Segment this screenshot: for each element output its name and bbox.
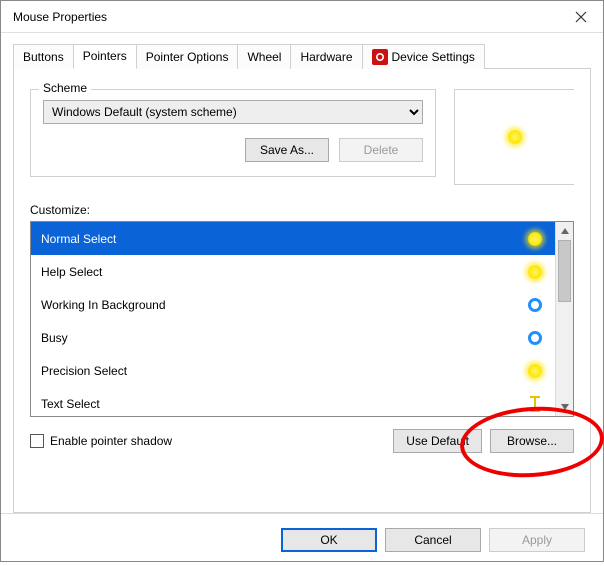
blue-ring-icon [528,331,542,345]
list-item[interactable]: Help Select [31,255,555,288]
scroll-thumb[interactable] [558,240,571,302]
dialog-button-row: OK Cancel Apply [1,513,603,566]
tab-strip: Buttons Pointers Pointer Options Wheel H… [13,43,591,68]
preview-cursor-icon [507,129,523,145]
yellow-dot-icon [527,231,543,247]
scroll-track[interactable] [556,302,573,398]
window-title: Mouse Properties [13,10,107,24]
close-icon [575,11,587,23]
cursor-icon [525,229,545,249]
list-item[interactable]: Precision Select [31,354,555,387]
cursor-icon [525,394,545,414]
blue-ring-icon [528,298,542,312]
pointers-panel: Scheme Windows Default (system scheme) S… [13,68,591,513]
tab-hardware[interactable]: Hardware [290,44,362,69]
list-item-label: Help Select [41,265,102,279]
tab-buttons[interactable]: Buttons [13,44,74,69]
cursor-list: Normal Select Help Select Working In Backg… [30,221,574,417]
list-item-label: Normal Select [41,232,116,246]
use-default-button[interactable]: Use Default [393,429,482,453]
yellow-dot-icon [527,264,543,280]
cursor-icon [525,295,545,315]
list-item[interactable]: Working In Background [31,288,555,321]
delete-button: Delete [339,138,423,162]
scheme-select[interactable]: Windows Default (system scheme) [43,100,423,124]
cursor-icon [525,361,545,381]
ok-button[interactable]: OK [281,528,377,552]
tab-pointers[interactable]: Pointers [73,44,137,69]
scroll-down-icon[interactable] [556,398,573,416]
list-item[interactable]: Busy [31,321,555,354]
list-item-label: Busy [41,331,68,345]
tab-pointer-options[interactable]: Pointer Options [136,44,239,69]
cancel-button[interactable]: Cancel [385,528,481,552]
cursor-icon [525,328,545,348]
enable-shadow-label: Enable pointer shadow [50,434,172,448]
scheme-group: Scheme Windows Default (system scheme) S… [30,89,436,177]
browse-button[interactable]: Browse... [490,429,574,453]
scheme-group-label: Scheme [39,81,91,95]
list-item-label: Working In Background [41,298,166,312]
checkbox-icon [30,434,44,448]
save-as-button[interactable]: Save As... [245,138,329,162]
list-item[interactable]: Normal Select [31,222,555,255]
list-item-label: Text Select [41,397,100,411]
yellow-dot-icon [527,363,543,379]
close-button[interactable] [559,1,603,33]
list-item-label: Precision Select [41,364,127,378]
cursor-icon [525,262,545,282]
titlebar: Mouse Properties [1,1,603,33]
scroll-up-icon[interactable] [556,222,573,240]
enable-shadow-checkbox[interactable]: Enable pointer shadow [30,434,172,448]
mouse-properties-dialog: Mouse Properties Buttons Pointers Pointe… [0,0,604,562]
scrollbar[interactable] [555,222,573,416]
synaptics-icon [372,49,388,65]
customize-label: Customize: [30,203,574,217]
cursor-preview [454,89,574,185]
apply-button: Apply [489,528,585,552]
tab-device-settings[interactable]: Device Settings [362,44,485,69]
ibeam-icon [530,396,540,412]
tab-wheel[interactable]: Wheel [237,44,291,69]
list-item[interactable]: Text Select [31,387,555,416]
